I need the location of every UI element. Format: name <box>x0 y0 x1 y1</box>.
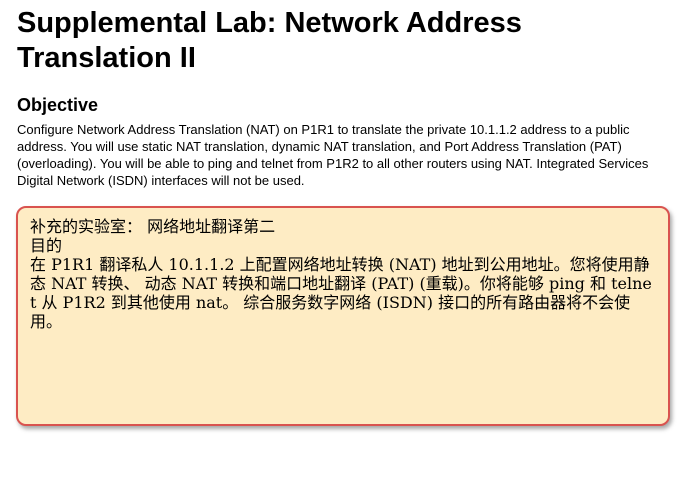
translation-title: 补充的实验室： 网络地址翻译第二 <box>30 217 276 236</box>
translation-heading: 目的 <box>30 236 63 255</box>
translation-popup: 补充的实验室： 网络地址翻译第二 目的 在 P1R1 翻译私人 10.1.1.2… <box>16 206 670 426</box>
lab-document: Supplemental Lab: Network Address Transl… <box>17 6 681 189</box>
page-title: Supplemental Lab: Network Address Transl… <box>17 7 522 74</box>
translation-body: 在 P1R1 翻译私人 10.1.1.2 上配置网络地址转换 (NAT) 地址到… <box>30 255 652 331</box>
objective-paragraph: Configure Network Address Translation (N… <box>17 122 649 188</box>
objective-heading: Objective <box>17 95 99 115</box>
